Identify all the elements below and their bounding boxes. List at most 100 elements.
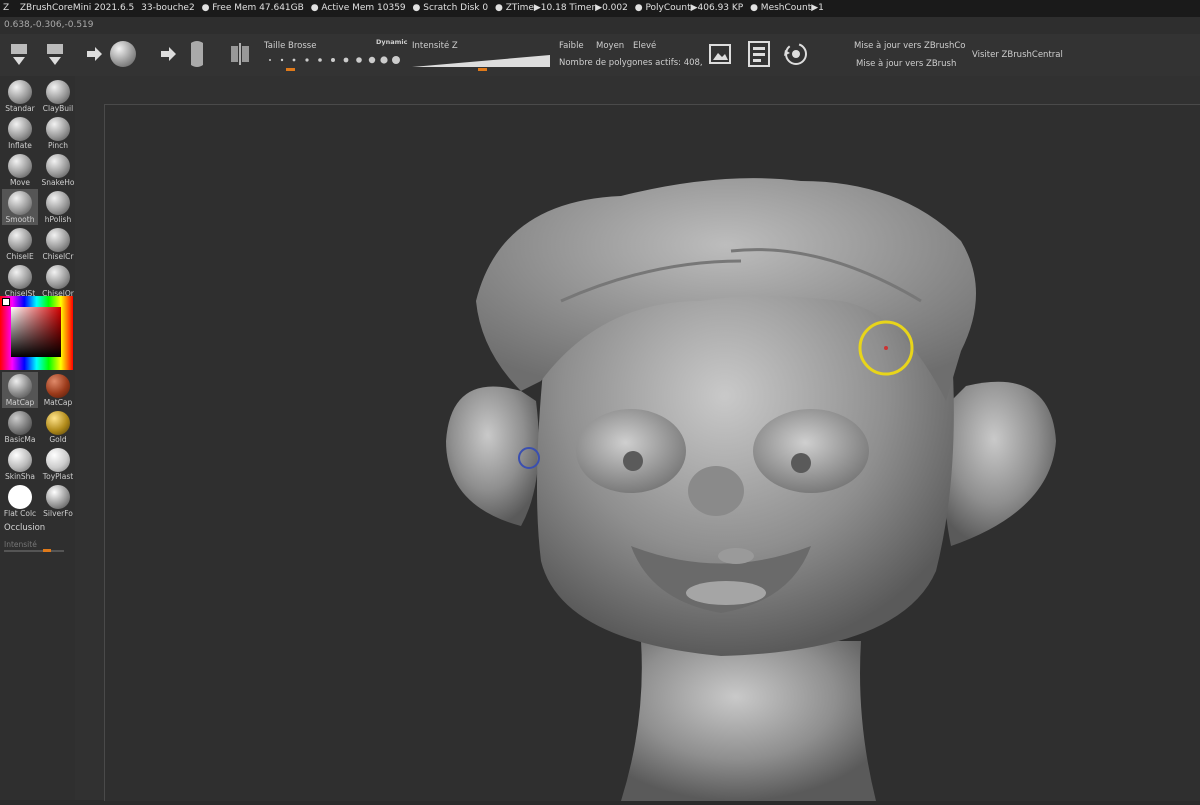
- ztime: ● ZTime▶10.18 Timer▶0.002: [494, 3, 628, 13]
- material-matcap[interactable]: MatCap: [40, 372, 76, 408]
- material-silverfo[interactable]: SilverFo: [40, 483, 76, 519]
- polycount: ● PolyCount▶406.93 KP: [634, 3, 744, 13]
- brush-standar[interactable]: Standar: [2, 78, 38, 114]
- brush-move[interactable]: Move: [2, 152, 38, 188]
- material-label: BasicMa: [4, 435, 36, 444]
- update-zbrushcore-button[interactable]: Mise à jour vers ZBrushCo: [854, 41, 965, 51]
- brush-size-label: Taille Brosse: [264, 41, 317, 51]
- screenshot-icon[interactable]: [708, 42, 732, 66]
- brush-smooth[interactable]: Smooth: [2, 189, 38, 225]
- brush-chisele[interactable]: ChiselE: [2, 226, 38, 262]
- stroke-texture-icon[interactable]: [186, 38, 208, 70]
- brush-label: Smooth: [5, 215, 35, 224]
- document-name: 33-bouche2: [141, 3, 195, 13]
- matcap-grey-icon: [8, 374, 32, 398]
- chisel-or-brush-icon: [46, 265, 70, 289]
- material-label: ToyPlast: [42, 472, 74, 481]
- flat-color-icon: [8, 485, 32, 509]
- sphere-tool-icon[interactable]: [108, 39, 138, 69]
- brush-label: SnakeHo: [41, 178, 75, 187]
- brush-pinch[interactable]: Pinch: [40, 115, 76, 151]
- update-zbrush-button[interactable]: Mise à jour vers ZBrush: [856, 59, 956, 69]
- save-file-icon[interactable]: [44, 40, 66, 70]
- brush-label: Pinch: [47, 141, 69, 150]
- hpolish-brush-icon: [46, 191, 70, 215]
- right-pupil: [791, 453, 811, 473]
- tooth: [718, 548, 754, 564]
- toy-plastic-icon: [46, 448, 70, 472]
- brush-cursor-center: [884, 346, 888, 350]
- title-bar: Z ZBrushCoreMini 2021.6.5 33-bouche2 ● F…: [0, 0, 1200, 17]
- active-mem: ● Active Mem 10359: [310, 3, 406, 13]
- material-toyplast[interactable]: ToyPlast: [40, 446, 76, 482]
- brush-hpolish[interactable]: hPolish: [40, 189, 76, 225]
- scratch-disk: ● Scratch Disk 0: [412, 3, 489, 13]
- model-info-icon[interactable]: [746, 40, 772, 68]
- material-gold[interactable]: Gold: [40, 409, 76, 445]
- weak-button[interactable]: Faible: [559, 41, 584, 51]
- z-intensity-label: Intensité Z: [412, 41, 458, 51]
- brush-label: Move: [9, 178, 31, 187]
- left-sidebar: Standar ClayBuil Inflate Pinch Move SnakeHo Sm…: [0, 76, 75, 800]
- occlusion-intensity-marker[interactable]: [43, 549, 51, 552]
- material-label: SkinSha: [4, 472, 36, 481]
- symmetry-icon[interactable]: [228, 42, 252, 66]
- brush-size-slider[interactable]: [264, 53, 404, 67]
- arrow-right-icon: [86, 44, 104, 64]
- left-pupil: [623, 451, 643, 471]
- left-ear: [446, 386, 539, 526]
- z-intensity-marker[interactable]: [478, 68, 487, 71]
- dynamic-label[interactable]: Dynamic: [376, 38, 408, 46]
- color-saturation-square[interactable]: [11, 307, 61, 357]
- coordinate-readout: 0.638,-0.306,-0.519: [0, 17, 1200, 34]
- left-eye: [576, 409, 686, 493]
- brush-label: hPolish: [44, 215, 72, 224]
- material-label: MatCap: [43, 398, 73, 407]
- brush-chiselcr[interactable]: ChiselCr: [40, 226, 76, 262]
- high-button[interactable]: Elevé: [633, 41, 656, 51]
- free-mem: ● Free Mem 47.641GB: [201, 3, 304, 13]
- turntable-icon[interactable]: [782, 40, 810, 68]
- skin-shade-icon: [8, 448, 32, 472]
- material-label: Gold: [49, 435, 67, 444]
- brush-claybuil[interactable]: ClayBuil: [40, 78, 76, 114]
- chisel-ear-brush-icon: [8, 228, 32, 252]
- visit-zbrushcentral-button[interactable]: Visiter ZBrushCentral: [972, 50, 1063, 60]
- brush-label: Inflate: [8, 141, 32, 150]
- material-skinsha[interactable]: SkinSha: [2, 446, 38, 482]
- color-swatch-indicator[interactable]: [2, 298, 10, 306]
- brush-label: ChiselCr: [42, 252, 74, 261]
- open-file-icon[interactable]: [8, 40, 30, 70]
- brush-label: ClayBuil: [42, 104, 74, 113]
- brush-chiselor[interactable]: ChiselOr: [40, 263, 76, 299]
- move-brush-icon: [8, 154, 32, 178]
- brush-label: Standar: [5, 104, 35, 113]
- medium-button[interactable]: Moyen: [596, 41, 624, 51]
- standard-brush-icon: [8, 80, 32, 104]
- chisel-creature-brush-icon: [46, 228, 70, 252]
- occlusion-toggle[interactable]: Occlusion: [4, 523, 45, 533]
- color-picker[interactable]: [0, 296, 73, 370]
- right-eye: [753, 409, 869, 493]
- sculpt-model[interactable]: [105, 105, 1200, 801]
- app-title: ZBrushCoreMini 2021.6.5: [19, 3, 135, 13]
- material-flat-colc[interactable]: Flat Colc: [2, 483, 38, 519]
- material-basicma[interactable]: BasicMa: [2, 409, 38, 445]
- matcap-red-icon: [46, 374, 70, 398]
- z-intensity-slider[interactable]: [412, 54, 552, 68]
- occlusion-intensity-slider[interactable]: [4, 550, 64, 552]
- brush-size-marker[interactable]: [286, 68, 295, 71]
- brush-inflate[interactable]: Inflate: [2, 115, 38, 151]
- silver-foil-icon: [46, 485, 70, 509]
- material-label: Flat Colc: [3, 509, 37, 518]
- material-matcap[interactable]: MatCap: [2, 372, 38, 408]
- meshcount: ● MeshCount▶1: [750, 3, 824, 13]
- arrow-right-icon-2: [160, 44, 178, 64]
- right-ear: [943, 381, 1056, 546]
- brush-chiselst[interactable]: ChiselSt: [2, 263, 38, 299]
- brush-label: ChiselE: [6, 252, 34, 261]
- tongue: [686, 581, 766, 605]
- material-label: SilverFo: [43, 509, 73, 518]
- brush-snakeho[interactable]: SnakeHo: [40, 152, 76, 188]
- document-canvas[interactable]: [104, 104, 1200, 801]
